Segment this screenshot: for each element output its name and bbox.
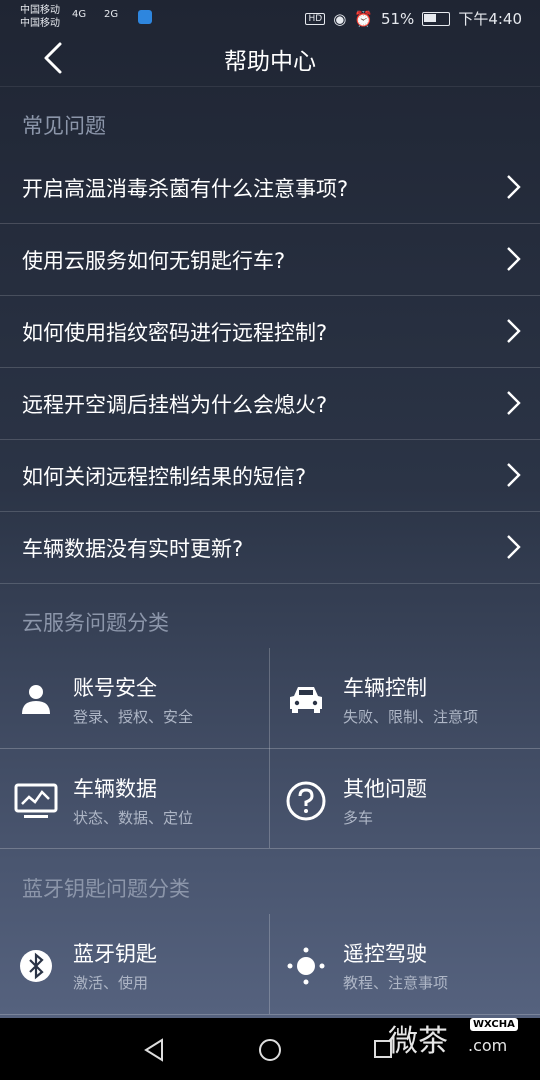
question-icon bbox=[286, 781, 326, 821]
category-remote-drive[interactable]: 遥控驾驶 教程、注意事项 bbox=[270, 914, 539, 1014]
faq-item[interactable]: 如何关闭远程控制结果的短信? bbox=[0, 439, 540, 512]
faq-section-title: 常见问题 bbox=[22, 114, 106, 138]
shield-icon bbox=[138, 10, 152, 24]
faq-item-label: 开启高温消毒杀菌有什么注意事项? bbox=[22, 177, 349, 201]
status-right: HD ◉ ⏰ 51% 下午4:40 bbox=[305, 8, 522, 29]
battery-percent: 51% bbox=[380, 9, 415, 28]
category-account-security[interactable]: 账号安全 登录、授权、安全 bbox=[0, 648, 269, 748]
faq-item[interactable]: 远程开空调后挂档为什么会熄火? bbox=[0, 367, 540, 440]
faq-item[interactable]: 使用云服务如何无钥匙行车? bbox=[0, 223, 540, 296]
category-subtitle: 失败、限制、注意项 bbox=[343, 708, 479, 726]
category-title: 车辆数据 bbox=[73, 777, 157, 801]
category-vehicle-data[interactable]: 车辆数据 状态、数据、定位 bbox=[0, 749, 269, 849]
category-title: 其他问题 bbox=[343, 777, 427, 801]
category-vehicle-control[interactable]: 车辆控制 失败、限制、注意项 bbox=[270, 648, 539, 748]
bluetooth-section-title: 蓝牙钥匙问题分类 bbox=[22, 877, 190, 901]
page-title: 帮助中心 bbox=[224, 49, 316, 75]
nav-back-icon[interactable] bbox=[142, 1037, 166, 1063]
faq-item-label: 车辆数据没有实时更新? bbox=[22, 537, 244, 561]
chevron-right-icon bbox=[507, 175, 521, 199]
system-nav-bar bbox=[0, 1018, 540, 1080]
hd-icon: HD bbox=[305, 12, 326, 25]
alarm-icon: ⏰ bbox=[354, 9, 373, 28]
category-subtitle: 教程、注意事项 bbox=[343, 974, 449, 992]
category-subtitle: 状态、数据、定位 bbox=[73, 809, 194, 827]
category-title: 账号安全 bbox=[73, 676, 157, 700]
faq-item-label: 如何使用指纹密码进行远程控制? bbox=[22, 321, 328, 345]
watermark-badge: WXCHA bbox=[470, 1018, 518, 1031]
chevron-right-icon bbox=[507, 535, 521, 559]
category-subtitle: 多车 bbox=[343, 809, 374, 827]
cloud-section-title: 云服务问题分类 bbox=[22, 611, 169, 635]
eye-icon: ◉ bbox=[333, 9, 347, 28]
user-icon bbox=[22, 685, 50, 714]
chevron-right-icon bbox=[507, 247, 521, 271]
faq-item-label: 远程开空调后挂档为什么会熄火? bbox=[22, 393, 328, 417]
faq-item[interactable]: 如何使用指纹密码进行远程控制? bbox=[0, 295, 540, 368]
category-title: 遥控驾驶 bbox=[343, 942, 427, 966]
category-subtitle: 激活、使用 bbox=[73, 974, 149, 992]
watermark-text: 微茶 bbox=[388, 1024, 448, 1059]
divider bbox=[0, 1014, 540, 1015]
category-other[interactable]: 其他问题 多车 bbox=[270, 749, 539, 849]
network-2: 2G bbox=[104, 9, 119, 20]
faq-item-label: 使用云服务如何无钥匙行车? bbox=[22, 249, 286, 273]
watermark-suffix: .com bbox=[468, 1036, 508, 1055]
faq-item-label: 如何关闭远程控制结果的短信? bbox=[22, 465, 307, 489]
carrier-1: 中国移动 bbox=[20, 5, 60, 16]
remote-drive-icon bbox=[287, 947, 325, 985]
category-bluetooth-key[interactable]: 蓝牙钥匙 激活、使用 bbox=[0, 914, 269, 1014]
carrier-2: 中国移动 bbox=[20, 18, 60, 29]
chevron-right-icon bbox=[507, 391, 521, 415]
car-icon bbox=[290, 687, 322, 713]
faq-item[interactable]: 开启高温消毒杀菌有什么注意事项? bbox=[0, 151, 540, 224]
faq-item[interactable]: 车辆数据没有实时更新? bbox=[0, 511, 540, 584]
bluetooth-icon bbox=[20, 950, 52, 982]
battery-icon bbox=[422, 11, 451, 26]
category-subtitle: 登录、授权、安全 bbox=[73, 708, 194, 726]
app-header: 帮助中心 bbox=[0, 36, 540, 87]
status-bar: 中国移动 中国移动 4G 2G HD ◉ ⏰ 51% 下午4:40 bbox=[0, 0, 540, 36]
clock: 下午4:40 bbox=[458, 10, 522, 28]
category-title: 车辆控制 bbox=[343, 676, 427, 700]
network-1: 4G bbox=[72, 9, 87, 20]
nav-home-icon[interactable] bbox=[257, 1037, 283, 1063]
category-title: 蓝牙钥匙 bbox=[73, 942, 157, 966]
carrier-labels: 中国移动 中国移动 bbox=[20, 4, 60, 30]
chevron-right-icon bbox=[507, 463, 521, 487]
chevron-right-icon bbox=[507, 319, 521, 343]
monitor-chart-icon bbox=[14, 783, 58, 818]
